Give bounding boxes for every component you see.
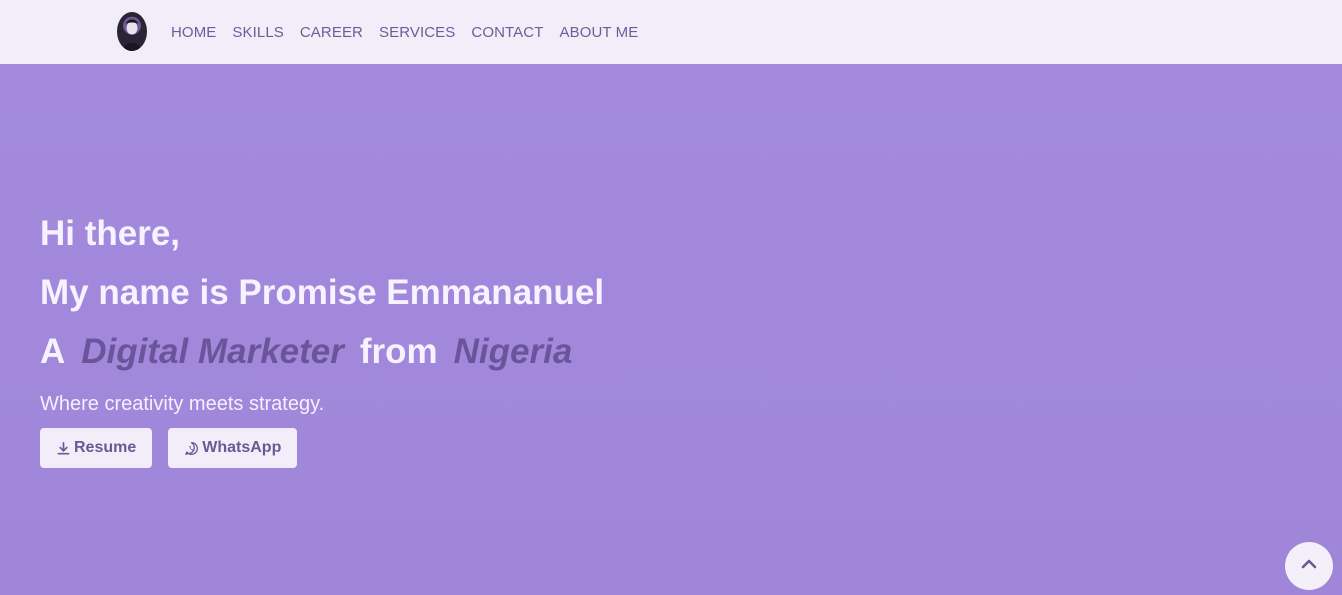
nav-item-contact[interactable]: CONTACT xyxy=(463,24,551,41)
download-icon xyxy=(56,441,71,456)
nav-item-career[interactable]: CAREER xyxy=(292,24,371,41)
nav-item-home[interactable]: HOME xyxy=(163,24,224,41)
chevron-up-icon xyxy=(1299,554,1319,579)
country-text: Nigeria xyxy=(453,332,573,371)
hero-name: My name is Promise Emmananuel xyxy=(40,273,605,312)
navbar: HOME SKILLS CAREER SERVICES CONTACT ABOU… xyxy=(0,0,1342,64)
hero-role-line: A Digital Marketer from Nigeria xyxy=(40,322,604,381)
scroll-to-top-button[interactable] xyxy=(1285,542,1333,590)
hero-section: Hi there, My name is Promise Emmananuel … xyxy=(0,64,1342,595)
nav-item-services[interactable]: SERVICES xyxy=(371,24,463,41)
whatsapp-button[interactable]: WhatsApp xyxy=(168,428,298,468)
role-text: Digital Marketer xyxy=(81,332,344,371)
whatsapp-icon xyxy=(184,441,199,456)
hero-greeting: Hi there, xyxy=(40,214,181,253)
role-prefix: A xyxy=(40,332,66,371)
nav-links: HOME SKILLS CAREER SERVICES CONTACT ABOU… xyxy=(163,0,646,64)
whatsapp-label: WhatsApp xyxy=(202,439,282,456)
from-word: from xyxy=(359,332,438,371)
hero-buttons: Resume WhatsApp xyxy=(40,428,298,468)
resume-label: Resume xyxy=(74,439,137,456)
nav-item-about-me[interactable]: ABOUT ME xyxy=(551,24,646,41)
hero-text: Hi there, My name is Promise Emmananuel … xyxy=(40,204,604,419)
nav-item-skills[interactable]: SKILLS xyxy=(224,24,291,41)
avatar[interactable] xyxy=(117,12,147,51)
resume-button[interactable]: Resume xyxy=(40,428,153,468)
hero-tagline: Where creativity meets strategy. xyxy=(40,393,325,415)
